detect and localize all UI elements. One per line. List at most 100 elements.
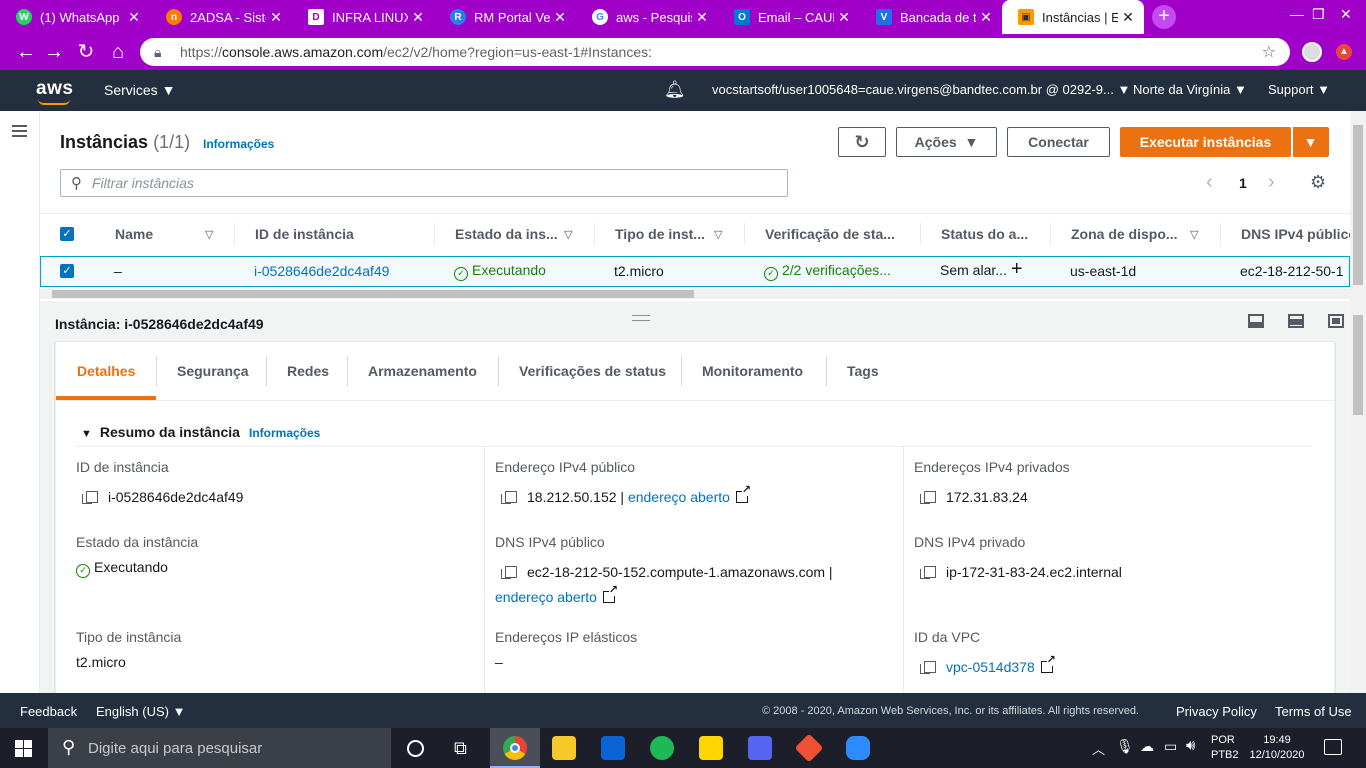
- copy-icon[interactable]: [501, 491, 517, 504]
- settings-gear-icon[interactable]: ⚙: [1310, 172, 1326, 193]
- external-link-icon[interactable]: [602, 585, 618, 603]
- page-number[interactable]: 1: [1239, 175, 1247, 191]
- tab-rm-portal[interactable]: RRM Portal Vers✕: [434, 0, 576, 34]
- file-explorer-icon[interactable]: [552, 736, 576, 760]
- col-status-check[interactable]: Verificação de sta...: [765, 226, 895, 242]
- cell-instance-id-link[interactable]: i-0528646de2dc4af49: [254, 263, 389, 279]
- speaker-icon[interactable]: 🔊︎: [1186, 737, 1195, 754]
- notification-icon[interactable]: [1324, 739, 1342, 755]
- account-menu[interactable]: vocstartsoft/user1005648=caue.virgens@ba…: [712, 82, 1130, 97]
- home-icon[interactable]: ⌂: [106, 40, 130, 64]
- scrollbar-thumb[interactable]: [1353, 315, 1363, 415]
- close-icon[interactable]: ✕: [266, 9, 286, 26]
- bell-icon[interactable]: 🔔︎: [664, 80, 686, 100]
- table-row[interactable]: [40, 256, 1350, 287]
- profile-avatar[interactable]: [1302, 42, 1322, 62]
- feedback-link[interactable]: Feedback: [20, 704, 77, 719]
- tab-bancada[interactable]: VBancada de tra✕: [860, 0, 1002, 34]
- resize-handle-icon[interactable]: [632, 315, 650, 321]
- keyboard-language[interactable]: POR PTB2: [1211, 733, 1239, 763]
- horizontal-scrollbar[interactable]: [40, 289, 1350, 299]
- open-address-link[interactable]: endereço aberto: [495, 589, 597, 605]
- row-checkbox[interactable]: ✓: [60, 264, 74, 278]
- filter-caret-icon[interactable]: ▽: [714, 228, 722, 241]
- tab-tags[interactable]: Tags: [847, 342, 879, 400]
- tab-email[interactable]: OEmail – CAUÊ F✕: [718, 0, 860, 34]
- minimize-icon[interactable]: —: [1290, 6, 1304, 22]
- tab-infra-linux[interactable]: DINFRA LINUX A✕: [292, 0, 434, 34]
- copy-icon[interactable]: [920, 661, 936, 674]
- sticky-notes-icon[interactable]: [699, 736, 723, 760]
- select-all-checkbox[interactable]: ✓: [60, 227, 74, 241]
- close-icon[interactable]: ✕: [976, 9, 996, 26]
- close-icon[interactable]: ✕: [408, 9, 428, 26]
- aws-logo[interactable]: aws: [36, 78, 73, 100]
- support-menu[interactable]: Support ▼: [1268, 82, 1330, 97]
- zoom-icon[interactable]: [846, 736, 870, 760]
- filter-caret-icon[interactable]: ▽: [1190, 228, 1198, 241]
- network-icon[interactable]: ▭: [1164, 738, 1177, 755]
- vpc-link[interactable]: vpc-0514d378: [946, 659, 1035, 675]
- tab-aws-pesquisa[interactable]: Gaws - Pesquisa✕: [576, 0, 718, 34]
- launch-dropdown-button[interactable]: ▼: [1292, 127, 1329, 157]
- close-icon[interactable]: ✕: [1118, 9, 1138, 26]
- col-alarm-status[interactable]: Status do a...: [941, 226, 1028, 242]
- scrollbar-thumb[interactable]: [1353, 125, 1363, 285]
- cortana-icon[interactable]: [407, 740, 424, 757]
- launch-instances-button[interactable]: Executar instâncias: [1120, 127, 1291, 157]
- close-icon[interactable]: ✕: [550, 9, 570, 26]
- fullscreen-icon[interactable]: [1328, 314, 1344, 328]
- col-state[interactable]: Estado da ins...: [455, 226, 558, 242]
- chevron-up-icon[interactable]: ︿: [1092, 739, 1105, 758]
- filter-caret-icon[interactable]: ▽: [564, 228, 572, 241]
- col-public-dns[interactable]: DNS IPv4 público: [1241, 226, 1357, 242]
- reload-icon[interactable]: ↻: [74, 40, 98, 64]
- microphone-icon[interactable]: 🎙︎: [1116, 738, 1134, 755]
- section-toggle[interactable]: ▼ Resumo da instância: [81, 424, 240, 440]
- info-link[interactable]: Informações: [203, 137, 274, 151]
- git-icon[interactable]: [794, 733, 824, 763]
- close-icon[interactable]: ✕: [692, 9, 712, 26]
- col-instance-id[interactable]: ID de instância: [255, 226, 354, 242]
- split-bottom-icon[interactable]: [1248, 314, 1264, 328]
- col-availability-zone[interactable]: Zona de dispo...: [1071, 226, 1178, 242]
- forward-icon[interactable]: →: [42, 40, 66, 64]
- close-window-icon[interactable]: ✕: [1340, 6, 1352, 23]
- discord-icon[interactable]: [748, 736, 772, 760]
- tab-whatsapp[interactable]: W (1) WhatsApp ✕: [0, 0, 150, 34]
- scrollbar-thumb[interactable]: [52, 290, 694, 298]
- address-bar[interactable]: 🔒︎ https://console.aws.amazon.com/ec2/v2…: [140, 38, 1290, 66]
- restore-icon[interactable]: ❐: [1312, 6, 1325, 23]
- col-type[interactable]: Tipo de inst...: [615, 226, 705, 242]
- external-link-icon[interactable]: [1040, 655, 1056, 673]
- close-icon[interactable]: ✕: [124, 9, 144, 26]
- split-side-icon[interactable]: [1288, 314, 1304, 328]
- services-menu[interactable]: Services ▼: [104, 82, 175, 98]
- tab-details[interactable]: Detalhes: [77, 342, 135, 400]
- language-selector[interactable]: English (US) ▼: [96, 704, 185, 719]
- bookmark-star-icon[interactable]: ☆: [1262, 42, 1276, 62]
- spotify-icon[interactable]: [650, 736, 674, 760]
- windows-start-icon[interactable]: [15, 740, 32, 757]
- new-tab-button[interactable]: +: [1152, 5, 1176, 29]
- onedrive-icon[interactable]: ☁: [1140, 738, 1154, 755]
- add-alarm-icon[interactable]: +: [1011, 258, 1023, 280]
- filter-input[interactable]: ⚲ Filtrar instâncias: [60, 169, 788, 197]
- taskbar-search[interactable]: ⚲ Digite aqui para pesquisar: [48, 728, 391, 768]
- connect-button[interactable]: Conectar: [1007, 127, 1110, 157]
- privacy-policy-link[interactable]: Privacy Policy: [1176, 704, 1257, 719]
- cell-status-check[interactable]: ✓ 2/2 verificações...: [764, 262, 891, 281]
- menu-hamburger-icon[interactable]: [12, 125, 27, 137]
- tab-storage[interactable]: Armazenamento: [368, 342, 477, 400]
- copy-icon[interactable]: [501, 566, 517, 579]
- open-address-link[interactable]: endereço aberto: [628, 489, 730, 505]
- vertical-scrollbar-bottom[interactable]: [1350, 301, 1366, 693]
- copy-icon[interactable]: [82, 491, 98, 504]
- terms-of-use-link[interactable]: Terms of Use: [1275, 704, 1352, 719]
- tab-monitoring[interactable]: Monitoramento: [702, 342, 803, 400]
- section-info-link[interactable]: Informações: [249, 426, 320, 440]
- tab-instancias[interactable]: ▣Instâncias | EC✕: [1002, 0, 1144, 34]
- update-icon[interactable]: ▲: [1336, 44, 1352, 60]
- mail-icon[interactable]: [601, 736, 625, 760]
- close-icon[interactable]: ✕: [834, 9, 854, 26]
